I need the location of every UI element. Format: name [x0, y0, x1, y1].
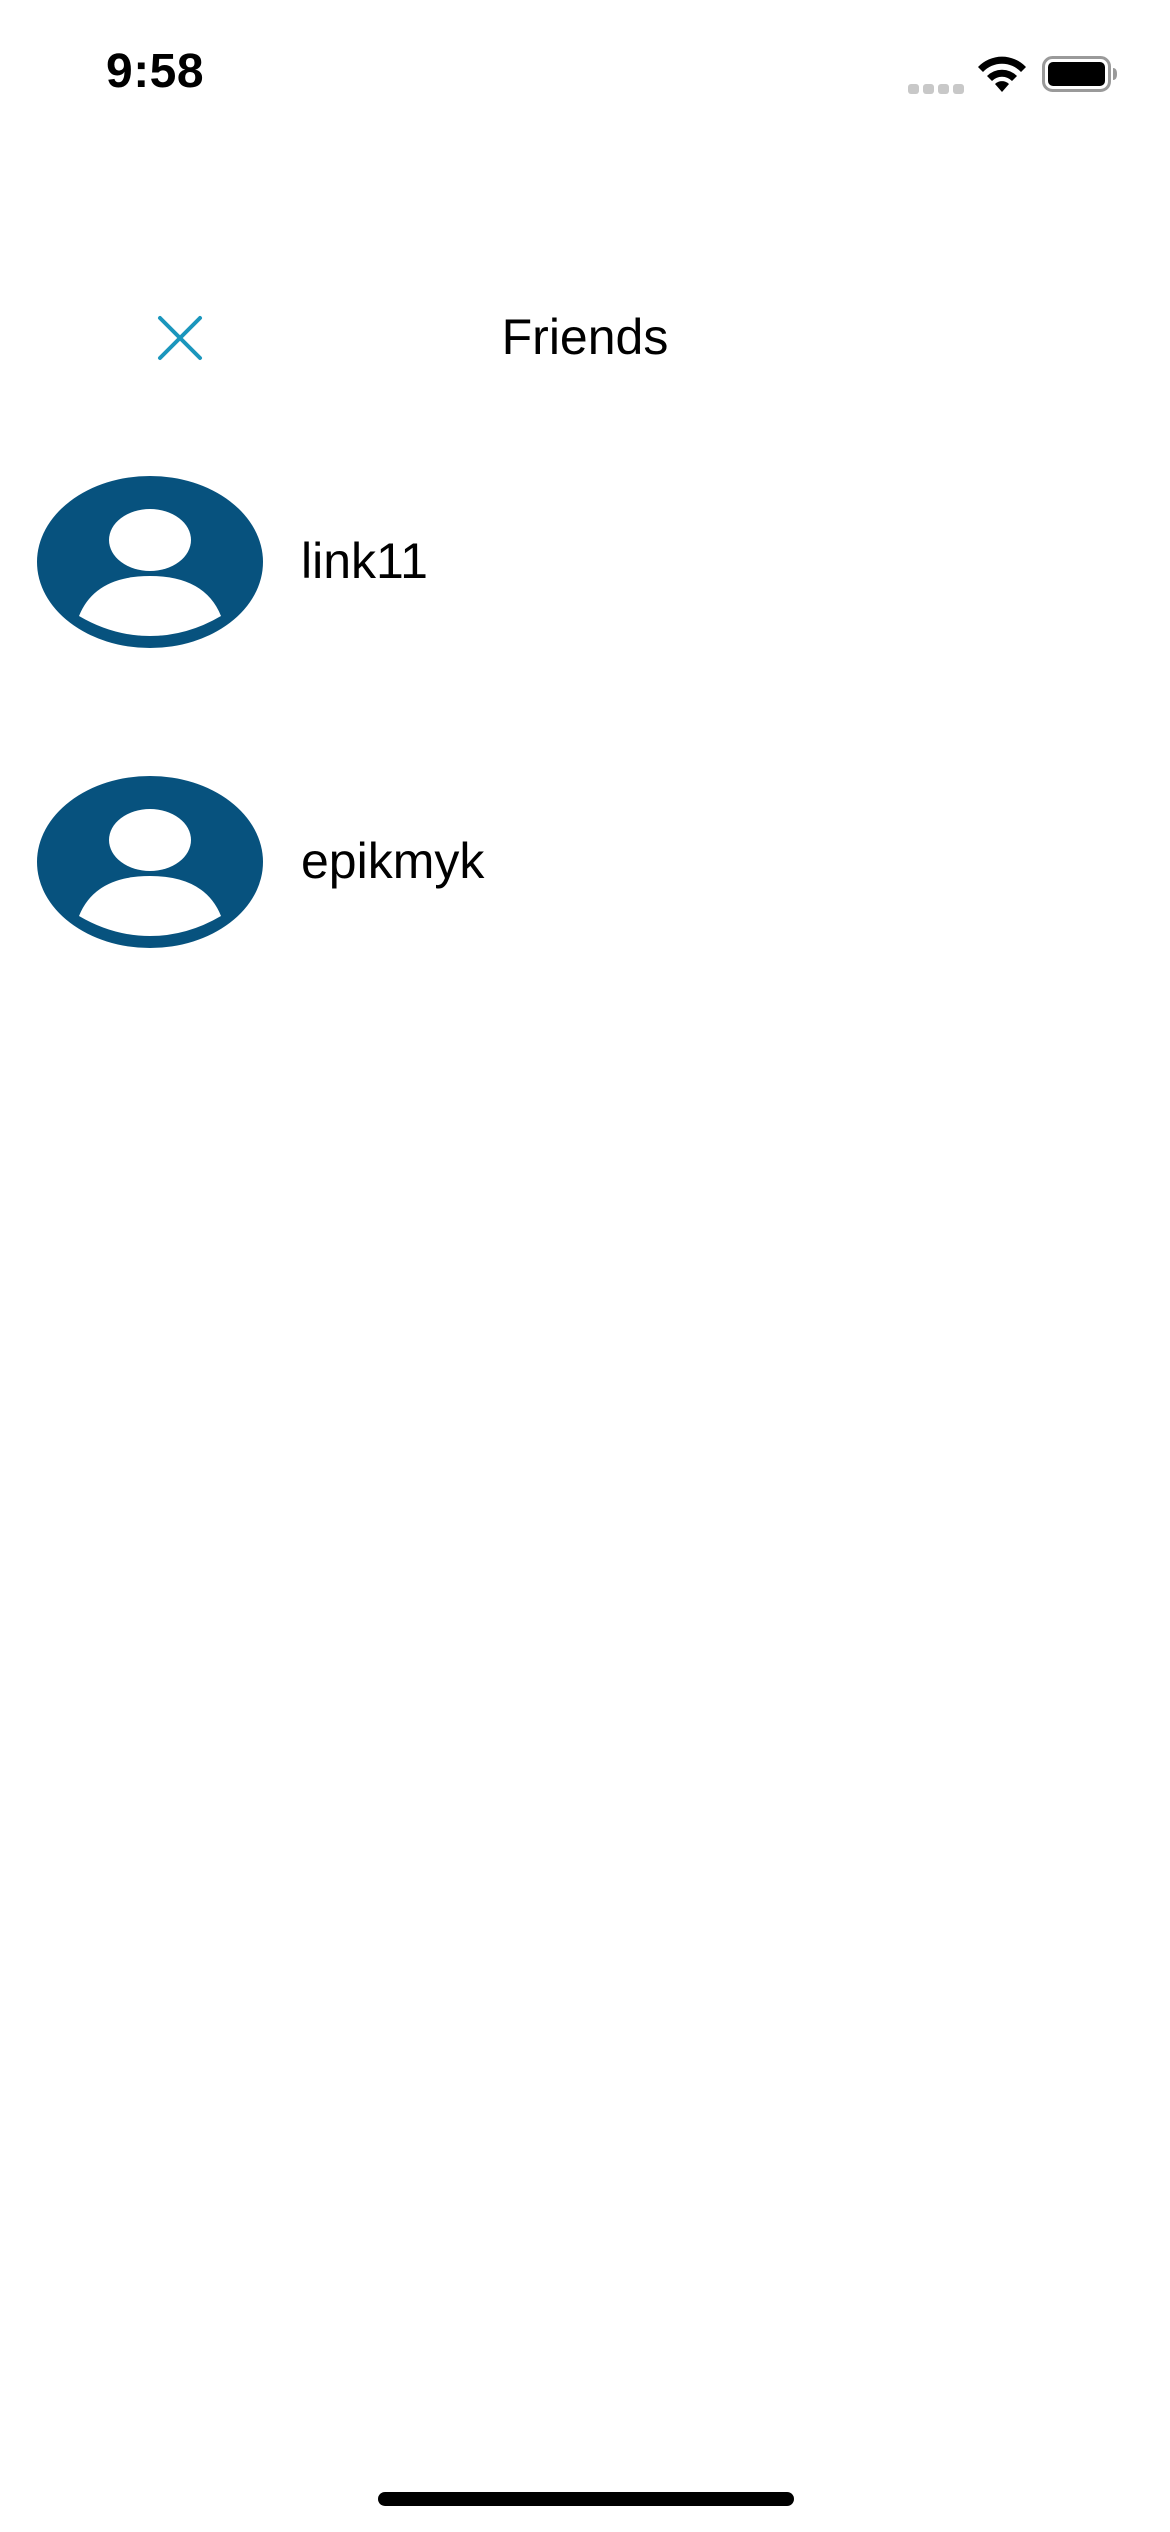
user-avatar-icon: [37, 776, 263, 948]
battery-icon: [1042, 56, 1117, 92]
home-indicator[interactable]: [378, 2492, 794, 2506]
status-bar: 9:58: [0, 0, 1170, 140]
friend-row-epikmyk[interactable]: epikmyk: [0, 770, 1170, 948]
cellular-signal-icon: [908, 84, 964, 94]
page-title: Friends: [501, 309, 669, 365]
friend-name: epikmyk: [301, 833, 485, 889]
friends-screen: 9:58 Friends link11 epikmyk: [0, 0, 1170, 2532]
navigation-bar: Friends: [0, 290, 1170, 384]
status-time: 9:58: [106, 45, 205, 98]
friend-row-link11[interactable]: link11: [0, 470, 1170, 648]
friend-name: link11: [301, 533, 428, 589]
wifi-icon: [978, 56, 1026, 92]
friends-list: link11 epikmyk: [0, 470, 1170, 1070]
user-avatar-icon: [37, 476, 263, 648]
